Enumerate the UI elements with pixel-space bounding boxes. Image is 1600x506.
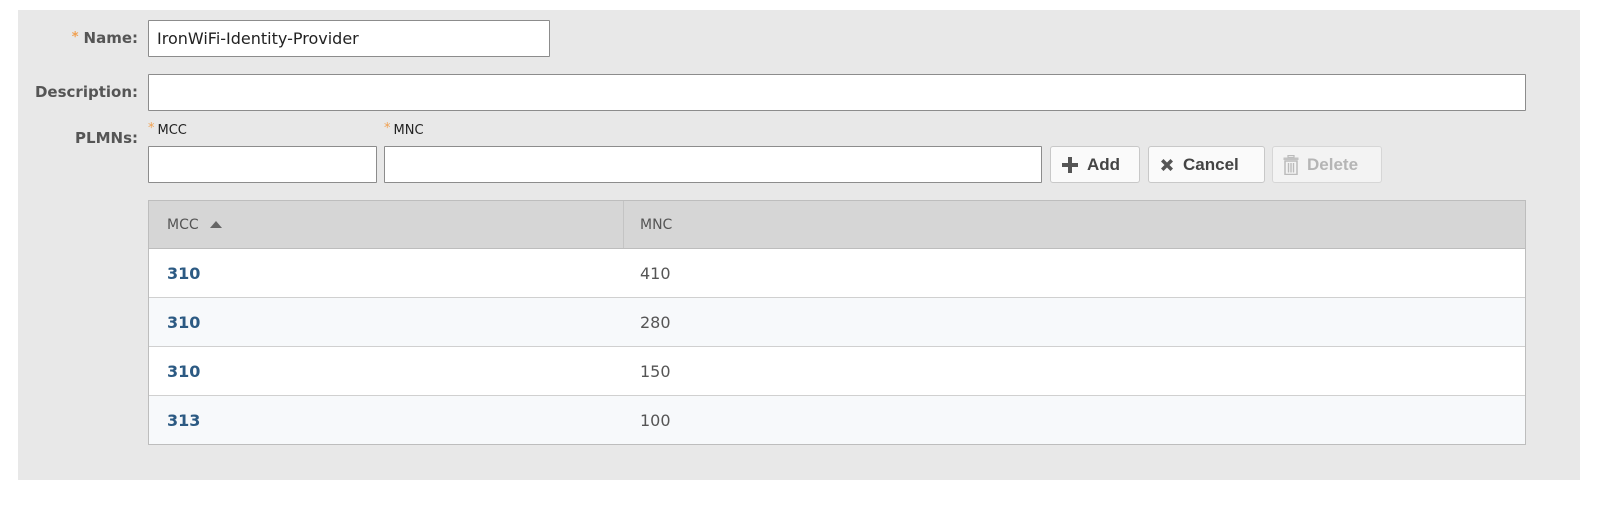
mnc-cell: 150 [640,361,671,381]
close-icon [1159,157,1175,173]
table-row[interactable]: 310 150 [149,347,1525,396]
column-header-mcc-label: MCC [167,216,199,233]
table-header: MCC MNC [149,201,1525,249]
trash-icon [1283,154,1299,175]
mcc-cell[interactable]: 313 [149,396,624,444]
mnc-input[interactable] [384,146,1042,183]
mcc-cell[interactable]: 310 [149,249,624,297]
plus-icon [1061,156,1079,174]
name-label: * Name: [40,29,138,47]
mnc-cell: 280 [640,312,671,332]
plmn-table: MCC MNC 310 410 310 280 310 150 313 100 [148,200,1526,445]
cancel-button[interactable]: Cancel [1148,146,1265,183]
mcc-input[interactable] [148,146,377,183]
delete-button-label: Delete [1307,154,1359,174]
mcc-field-label-text: MCC [157,123,187,138]
table-row[interactable]: 310 280 [149,298,1525,347]
mcc-field-label: * MCC [148,121,187,138]
description-label: Description: [34,83,138,101]
mnc-cell: 100 [640,410,671,430]
required-marker: * [384,121,391,136]
delete-button[interactable]: Delete [1272,146,1382,183]
required-marker: * [148,121,155,136]
add-button[interactable]: Add [1050,146,1140,183]
column-header-mcc[interactable]: MCC [149,201,624,248]
add-button-label: Add [1087,154,1121,174]
sort-ascending-icon [209,217,223,233]
plmns-label: PLMNs: [75,129,138,147]
mnc-field-label-text: MNC [393,123,424,138]
mnc-cell: 410 [640,263,671,283]
column-header-mnc[interactable]: MNC [624,201,1525,248]
description-input[interactable] [148,74,1526,111]
table-row[interactable]: 313 100 [149,396,1525,444]
name-input[interactable] [148,20,550,57]
name-label-text: Name: [83,29,138,47]
mcc-cell[interactable]: 310 [149,347,624,395]
cancel-button-label: Cancel [1183,154,1239,174]
mcc-cell[interactable]: 310 [149,298,624,346]
mnc-field-label: * MNC [384,121,424,138]
column-header-mnc-label: MNC [640,216,673,233]
table-row[interactable]: 310 410 [149,249,1525,298]
required-marker: * [71,30,79,45]
